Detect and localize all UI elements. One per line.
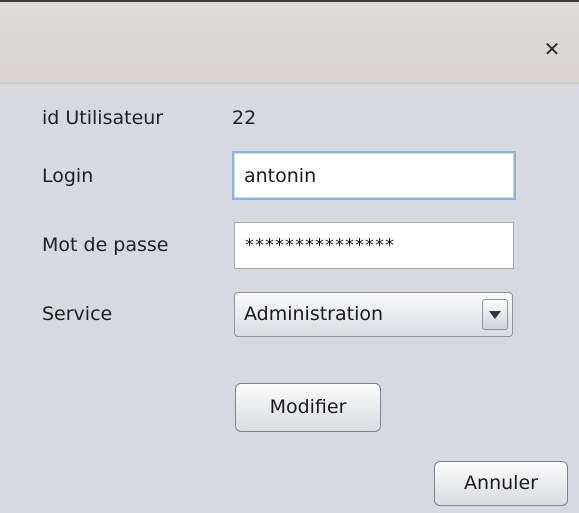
service-label: Service xyxy=(42,303,113,325)
close-icon[interactable]: ✕ xyxy=(541,38,563,60)
chevron-down-icon[interactable] xyxy=(482,299,508,330)
login-label: Login xyxy=(42,165,94,187)
dialog-window: ✕ id Utilisateur 22 Login Mot de passe S… xyxy=(0,0,579,513)
password-label: Mot de passe xyxy=(42,234,169,256)
service-select[interactable]: Administration xyxy=(234,292,513,337)
login-field[interactable] xyxy=(232,151,516,200)
id-utilisateur-label: id Utilisateur xyxy=(42,107,164,129)
service-selected-value: Administration xyxy=(244,303,384,325)
id-utilisateur-value: 22 xyxy=(232,107,257,129)
password-field[interactable] xyxy=(234,222,514,269)
cancel-button[interactable]: Annuler xyxy=(434,461,568,506)
modify-button[interactable]: Modifier xyxy=(235,383,381,432)
title-bar-shadow xyxy=(0,82,579,85)
title-bar[interactable]: ✕ xyxy=(0,0,579,82)
